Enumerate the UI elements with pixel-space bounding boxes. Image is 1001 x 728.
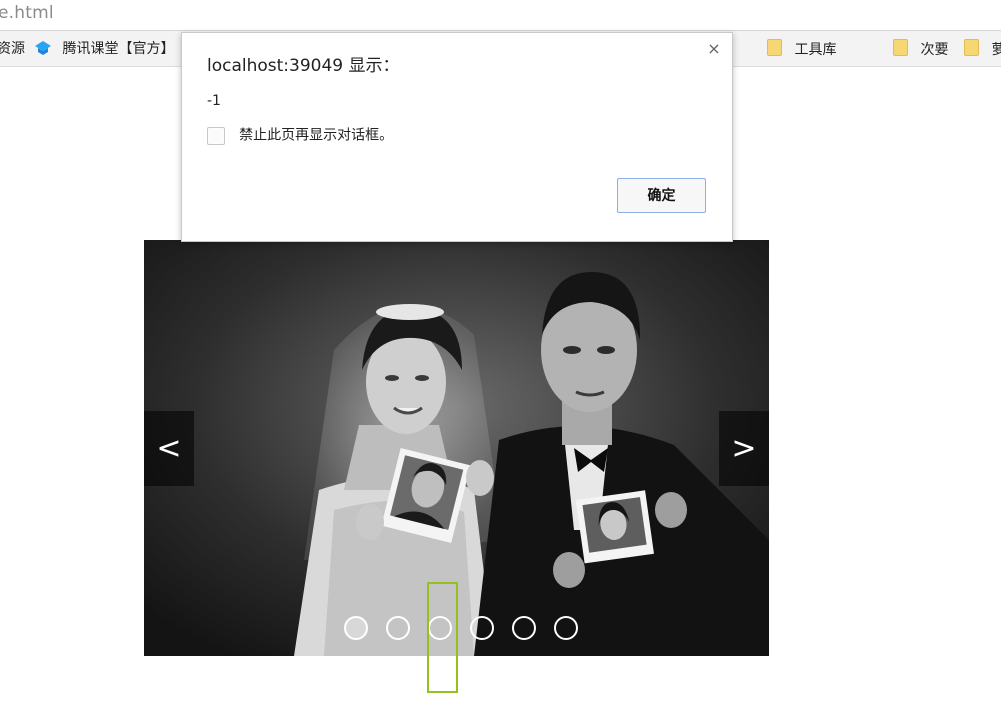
bookmark-third[interactable]: 萝 (964, 39, 1001, 59)
carousel-dot-2[interactable] (386, 616, 410, 640)
page-url: e.html (0, 3, 54, 23)
focus-highlight-box (427, 582, 458, 693)
carousel-dot-5[interactable] (512, 616, 536, 640)
tencent-classroom-icon (34, 40, 52, 62)
bookmark-label: 萝 (991, 42, 1001, 58)
suppress-dialogs-checkbox[interactable] (207, 126, 225, 145)
carousel-dot-6[interactable] (554, 616, 578, 640)
next-slide-button[interactable]: > (719, 411, 769, 486)
dialog-message: -1 (207, 93, 221, 109)
suppress-dialogs-label[interactable]: 禁止此页再显示对话框。 (239, 128, 393, 144)
dialog-title: localhost:39049 显示： (207, 56, 400, 76)
carousel-dot-4[interactable] (470, 616, 494, 640)
folder-icon (893, 39, 908, 56)
alert-dialog: localhost:39049 显示： × -1 禁止此页再显示对话框。 确定 (181, 32, 733, 242)
bookmark-tencent-classroom[interactable]: 腾讯课堂【官方】 (34, 39, 174, 59)
close-icon[interactable]: × (706, 41, 722, 57)
bookmark-label: 工具库 (794, 42, 837, 58)
bookmark-label: 次要 (920, 42, 949, 58)
folder-icon (767, 39, 782, 56)
carousel-dot-1[interactable] (344, 616, 368, 640)
browser-title-bar: e.html (0, 0, 1001, 30)
bookmark-label: 腾讯课堂【官方】 (62, 41, 175, 57)
bookmark-tools[interactable]: 工具库 (767, 39, 836, 59)
bookmark-resources[interactable]: 资源 (0, 39, 25, 59)
suppress-dialogs-option: 禁止此页再显示对话框。 (207, 126, 393, 145)
folder-icon (964, 39, 979, 56)
bookmark-label: 资源 (0, 41, 25, 57)
prev-slide-button[interactable]: < (144, 411, 194, 486)
bookmark-secondary[interactable]: 次要 (893, 39, 948, 59)
ok-button[interactable]: 确定 (617, 178, 706, 213)
